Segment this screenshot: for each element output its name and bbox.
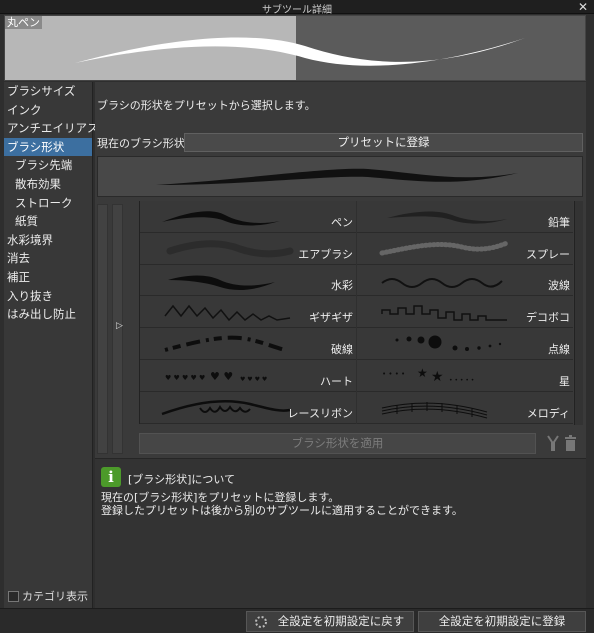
preset-label: レースリボン <box>287 406 353 420</box>
settings-icon[interactable] <box>546 434 560 452</box>
preset-zigzag[interactable]: ギザギザ <box>140 296 356 329</box>
svg-text:♥ ♥ ♥ ♥: ♥ ♥ ♥ ♥ <box>240 376 267 383</box>
shape-tool-icons <box>546 434 577 452</box>
preset-pen[interactable]: ペン <box>140 201 356 233</box>
svg-text:• • • • •: • • • • • <box>449 377 474 384</box>
preset-dashed[interactable]: 破線 <box>140 328 356 360</box>
preset-label: エアブラシ <box>298 247 353 261</box>
preset-label: デコボコ <box>526 311 570 325</box>
svg-text:♥ ♥ ♥ ♥ ♥: ♥ ♥ ♥ ♥ ♥ <box>165 374 205 382</box>
sidebar-item-ink[interactable]: インク <box>4 101 92 120</box>
info-icon: i <box>101 467 121 487</box>
info-text: 現在の[ブラシ形状]をプリセットに登録します。 登録したプリセットは後から別のサ… <box>101 491 463 517</box>
preset-label: 星 <box>559 374 570 388</box>
dashed-stroke-icon <box>164 335 286 353</box>
pencil-stroke-icon <box>387 211 507 224</box>
category-display-checkbox[interactable] <box>8 590 19 602</box>
preset-heart[interactable]: ♥ ♥ ♥ ♥ ♥ ♥ ♥ ♥ ♥ ♥ ♥ ハート <box>140 359 356 392</box>
preset-scrollbar[interactable] <box>574 201 583 425</box>
preset-label: ギザギザ <box>309 311 353 325</box>
info-title: [ブラシ形状]について <box>128 473 236 486</box>
preset-star[interactable]: • • • • ★ ★ • • • • • 星 <box>357 359 573 392</box>
register-preset-button[interactable]: プリセットに登録 <box>184 133 583 152</box>
sidebar-item-brush-size[interactable]: ブラシサイズ <box>4 82 92 101</box>
expand-arrow-icon[interactable]: ▷ <box>116 321 123 331</box>
pen-stroke-icon <box>162 211 280 226</box>
sidebar-item-antialias[interactable]: アンチエイリアス <box>4 119 99 138</box>
footer-bar: 全設定を初期設定に戻す 全設定を初期設定に登録 <box>0 608 594 633</box>
preview-stroke <box>75 37 525 66</box>
sidebar-item-overflow-prevention[interactable]: はみ出し防止 <box>4 305 92 324</box>
sidebar-item-erase[interactable]: 消去 <box>4 249 92 268</box>
preset-label: 波線 <box>548 279 570 293</box>
info-line-1: 現在の[ブラシ形状]をプリセットに登録します。 <box>101 491 340 504</box>
preset-label: 水彩 <box>331 279 353 293</box>
star-stroke-icon: • • • • ★ ★ • • • • • <box>382 366 474 385</box>
info-panel: i [ブラシ形状]について 現在の[ブラシ形状]をプリセットに登録します。 登録… <box>95 458 586 608</box>
register-default-button[interactable]: 全設定を初期設定に登録 <box>418 611 586 632</box>
sidebar-item-spray-effect[interactable]: 散布効果 <box>4 175 92 194</box>
svg-text:★: ★ <box>417 366 428 380</box>
reset-spinner-icon <box>255 616 267 628</box>
sidebar-item-brush-tip[interactable]: ブラシ先端 <box>4 156 92 175</box>
brush-shape-panel: ブラシの形状をプリセットから選択します。 現在のブラシ形状 プリセットに登録 ▷… <box>95 82 586 608</box>
preset-label: 破線 <box>331 342 353 356</box>
preset-lace-ribbon[interactable]: レースリボン <box>140 391 356 424</box>
title-bar: サブツール詳細 ✕ <box>0 0 594 16</box>
sidebar-item-brush-shape[interactable]: ブラシ形状 <box>4 137 92 157</box>
svg-text:• • • •: • • • • <box>382 370 405 378</box>
watercolor-stroke-icon <box>168 275 275 290</box>
sidebar-item-paper-texture[interactable]: 紙質 <box>4 212 92 231</box>
left-track <box>97 204 108 454</box>
preset-pencil[interactable]: 鉛筆 <box>357 201 573 233</box>
preset-airbrush[interactable]: エアブラシ <box>140 232 356 265</box>
reset-all-button[interactable]: 全設定を初期設定に戻す <box>246 611 414 632</box>
category-display-label: カテゴリ表示 <box>22 590 88 603</box>
dotted-stroke-icon <box>395 335 502 352</box>
preset-label: 点線 <box>548 342 570 356</box>
preset-label: スプレー <box>526 247 570 261</box>
preset-wave-line[interactable]: 波線 <box>357 264 573 297</box>
sidebar-item-start-end[interactable]: 入り抜き <box>4 287 92 306</box>
wave-stroke-icon <box>381 277 503 288</box>
sidebar-item-stroke[interactable]: ストローク <box>4 194 92 213</box>
preset-bumpy[interactable]: デコボコ <box>357 296 573 329</box>
preset-dotted[interactable]: 点線 <box>357 328 573 360</box>
window-title: サブツール詳細 <box>262 5 332 16</box>
info-line-2: 登録したプリセットは後から別のサブツールに適用することができます。 <box>101 504 463 517</box>
close-icon[interactable]: ✕ <box>578 0 588 14</box>
preset-label: 鉛筆 <box>548 215 570 229</box>
preset-spray[interactable]: スプレー <box>357 232 573 265</box>
sidebar-item-watercolor-edge[interactable]: 水彩境界 <box>4 231 92 250</box>
preset-label: ハート <box>320 374 353 388</box>
trash-icon[interactable] <box>564 434 577 452</box>
tool-name: 丸ペン <box>5 16 42 29</box>
sidebar-item-correction[interactable]: 補正 <box>4 268 92 287</box>
apply-shape-button[interactable]: ブラシ形状を適用 <box>139 433 536 454</box>
svg-text:★: ★ <box>431 369 444 385</box>
stroke-preview: 丸ペン <box>4 15 586 81</box>
current-shape-label: 現在のブラシ形状 <box>97 136 185 150</box>
current-shape-stroke <box>156 168 518 185</box>
preset-watercolor[interactable]: 水彩 <box>140 264 356 297</box>
current-shape-preview <box>97 156 583 197</box>
panel-description: ブラシの形状をプリセットから選択します。 <box>97 99 316 112</box>
current-shape-row: 現在のブラシ形状 プリセットに登録 <box>97 133 583 152</box>
category-sidebar: ブラシサイズ インク アンチエイリアス ブラシ形状 ブラシ先端 散布効果 ストロ… <box>4 82 99 608</box>
preset-label: メロディ <box>526 406 570 420</box>
preset-grid: ペン 鉛筆 エアブラシ スプレー 水彩 波線 ギザギザ デコボコ 破線 点線 ♥… <box>139 201 573 424</box>
preset-label: ペン <box>331 215 353 229</box>
category-display-toggle[interactable]: カテゴリ表示 <box>8 588 88 604</box>
svg-text:♥ ♥: ♥ ♥ <box>210 370 233 383</box>
preset-melody[interactable]: メロディ <box>357 391 573 424</box>
